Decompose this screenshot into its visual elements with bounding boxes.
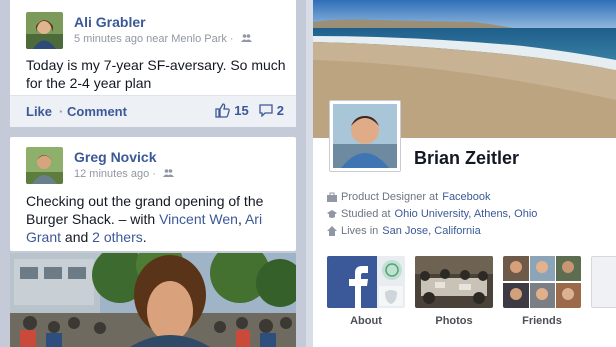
- text-separator: ,: [237, 211, 245, 227]
- feed-story: Greg Novick 12 minutes ago · Checking ou…: [10, 137, 296, 251]
- story-meta: 12 minutes ago ·: [74, 168, 174, 180]
- education-info: Studied at Ohio University, Athens, Ohio: [327, 208, 537, 220]
- briefcase-icon: [327, 192, 337, 202]
- story-text: Checking out the grand opening of the Bu…: [26, 192, 288, 246]
- more-tile[interactable]: [591, 256, 616, 308]
- graduation-cap-icon: [327, 209, 337, 219]
- photos-tile-label[interactable]: Photos: [415, 315, 493, 327]
- like-count[interactable]: 15: [234, 103, 248, 118]
- comment-link[interactable]: Comment: [67, 104, 127, 119]
- comment-count[interactable]: 2: [277, 103, 284, 118]
- photos-tile[interactable]: [415, 256, 493, 308]
- story-text: Today is my 7-year SF-aversary. So much …: [26, 57, 286, 91]
- news-feed: Ali Grabler 5 minutes ago near Menlo Par…: [0, 0, 306, 347]
- friends-icon: [163, 168, 174, 180]
- location-info: Lives in San Jose, California: [327, 225, 481, 237]
- profile-name: Brian Zeitler: [414, 148, 520, 168]
- about-tile[interactable]: [327, 256, 405, 308]
- work-link[interactable]: Facebook: [442, 191, 490, 203]
- about-tile-label[interactable]: About: [327, 315, 405, 327]
- profile-picture[interactable]: [329, 100, 401, 172]
- location-label: Lives in: [341, 225, 379, 237]
- story-photo[interactable]: [10, 253, 296, 347]
- education-link[interactable]: Ohio University, Athens, Ohio: [395, 208, 538, 220]
- separator: ·: [59, 104, 64, 119]
- story-timestamp: 12 minutes ago ·: [74, 168, 156, 180]
- story-meta: 5 minutes ago near Menlo Park ·: [74, 33, 252, 45]
- friends-tile-label[interactable]: Friends: [503, 315, 581, 327]
- location-link[interactable]: San Jose, California: [382, 225, 480, 237]
- author-name[interactable]: Ali Grabler: [74, 14, 146, 30]
- tagged-others-link[interactable]: 2 others: [92, 229, 143, 245]
- story-actions: Like · Comment 15 2: [10, 95, 296, 127]
- avatar[interactable]: [26, 12, 63, 49]
- comment-icon[interactable]: [259, 104, 273, 117]
- like-link[interactable]: Like: [26, 104, 52, 119]
- work-info: Product Designer at Facebook: [327, 191, 491, 203]
- author-name[interactable]: Greg Novick: [74, 149, 156, 165]
- text-separator: and: [61, 229, 93, 245]
- story-counts: 15 2: [215, 103, 284, 118]
- work-label: Product Designer at: [341, 191, 439, 203]
- story-timestamp: 5 minutes ago near Menlo Park ·: [74, 33, 234, 45]
- tagged-friend-link[interactable]: Vincent Wen: [159, 211, 238, 227]
- friends-icon: [240, 33, 252, 45]
- text-end: .: [142, 229, 147, 245]
- feed-story: Ali Grabler 5 minutes ago near Menlo Par…: [10, 0, 296, 127]
- friends-tile[interactable]: [503, 256, 581, 308]
- education-label: Studied at: [341, 208, 391, 220]
- profile-timeline: Brian Zeitler Product Designer at Facebo…: [313, 0, 616, 347]
- like-icon[interactable]: [215, 103, 231, 118]
- avatar[interactable]: [26, 147, 63, 184]
- house-icon: [327, 226, 337, 236]
